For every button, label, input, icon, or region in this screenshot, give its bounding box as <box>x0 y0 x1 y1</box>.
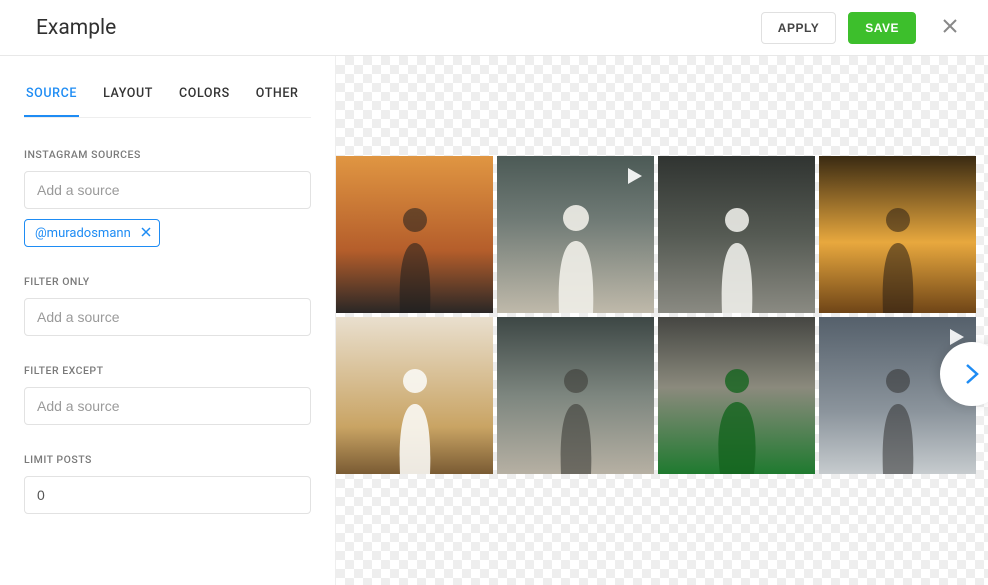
filter-only-input[interactable] <box>24 298 311 336</box>
tab-colors[interactable]: COLORS <box>177 86 232 117</box>
preview-panel <box>336 56 988 585</box>
limit-posts-label: LIMIT POSTS <box>24 453 311 466</box>
filter-except-label: FILTER EXCEPT <box>24 364 311 377</box>
header-actions: APPLY SAVE <box>761 9 964 46</box>
feed-thumb[interactable] <box>658 317 815 474</box>
filter-except-input[interactable] <box>24 387 311 425</box>
apply-button[interactable]: APPLY <box>761 12 836 44</box>
feed-grid <box>336 156 988 474</box>
page-title: Example <box>36 16 116 40</box>
feed-thumb[interactable] <box>336 156 493 313</box>
tab-layout[interactable]: LAYOUT <box>101 86 155 117</box>
save-button[interactable]: SAVE <box>848 12 916 44</box>
source-tag[interactable]: @muradosmann <box>24 219 160 247</box>
feed-thumb[interactable] <box>658 156 815 313</box>
tabs: SOURCE LAYOUT COLORS OTHER <box>24 56 311 118</box>
instagram-sources-label: INSTAGRAM SOURCES <box>24 148 311 161</box>
limit-posts-input[interactable] <box>24 476 311 514</box>
tag-remove-icon[interactable] <box>141 225 151 241</box>
feed-thumb[interactable] <box>336 317 493 474</box>
feed-thumb[interactable] <box>497 317 654 474</box>
sidebar: SOURCE LAYOUT COLORS OTHER INSTAGRAM SOU… <box>0 56 336 585</box>
close-icon[interactable] <box>936 9 964 46</box>
source-tag-label: @muradosmann <box>35 226 131 241</box>
tab-other[interactable]: OTHER <box>254 86 301 117</box>
feed-thumb[interactable] <box>497 156 654 313</box>
play-icon <box>622 164 646 188</box>
tab-source[interactable]: SOURCE <box>24 86 79 117</box>
chevron-right-icon <box>965 363 979 385</box>
instagram-sources-input[interactable] <box>24 171 311 209</box>
filter-only-label: FILTER ONLY <box>24 275 311 288</box>
feed-thumb[interactable] <box>819 156 976 313</box>
